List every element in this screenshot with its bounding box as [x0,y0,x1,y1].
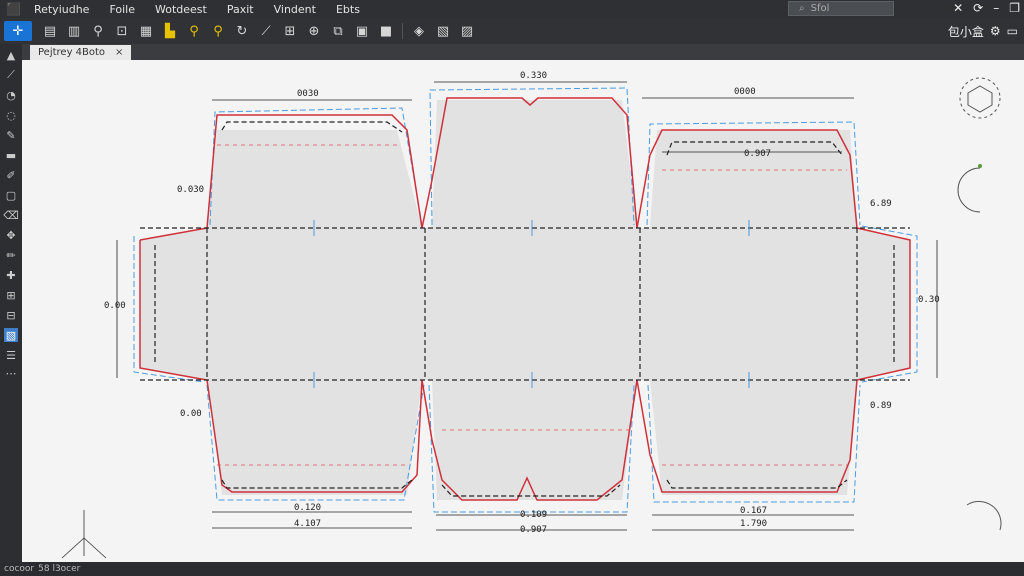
open-file-icon[interactable]: ▥ [65,22,83,40]
zoom-icon[interactable]: ⚲ [89,22,107,40]
zoom-in-icon[interactable]: ⚲ [185,22,203,40]
knife-icon[interactable]: ⟋ [4,68,18,82]
tab-close-icon[interactable]: × [115,47,123,58]
dieline-drawing: 0030 0.330 0000 0.907 0.030 0.00 0.00 6.… [61,71,1002,559]
toolbar-divider [402,23,403,39]
tab-label: Pejtrey 4Boto [38,47,106,58]
dim-left-mid: 0.00 [104,301,126,311]
app-name[interactable]: Retyiudhe [34,3,90,16]
ucs-axis-icon [61,510,107,559]
dimension-icon[interactable]: ⊟ [4,308,18,322]
align-icon[interactable]: ▣ [353,22,371,40]
select-tool-button[interactable]: ✛ [4,21,32,41]
drawing-canvas[interactable]: 0030 0.330 0000 0.907 0.030 0.00 0.00 6.… [22,60,1024,562]
dim-right-inner: 0.907 [744,149,771,159]
window-controls: ✕ ⟳ – ❐ [953,1,1020,15]
dim-bottom-left-2: 4.107 [294,519,321,529]
node-edit-icon[interactable]: ◔ [4,88,18,102]
zoom-out-icon[interactable]: ⚲ [209,22,227,40]
tab-document[interactable]: Pejtrey 4Boto × [30,45,132,60]
view-3d-icon[interactable]: ◈ [410,22,428,40]
frame-icon[interactable]: ▢ [4,188,18,202]
new-file-icon[interactable]: ▤ [41,22,59,40]
node-icon[interactable]: ⊕ [305,22,323,40]
dim-top-center: 0.330 [520,71,547,81]
more-tools-icon[interactable]: ⋯ [4,366,18,380]
dim-top-right: 0000 [734,87,756,97]
dim-bottom-right-2: 1.790 [740,519,767,529]
menu-view[interactable]: Paxit [227,3,254,16]
status-bar: cocoor 58 l3ocer [0,562,1024,576]
brand-label: 包小盒 [947,24,984,39]
pointer-icon[interactable]: ▲ [4,48,18,62]
view-cube-icon[interactable] [959,77,1001,119]
panel-fills [140,100,910,500]
orbit-icon[interactable] [957,164,982,213]
search-icon: ⌕ [799,3,805,14]
grid-icon[interactable]: ⊞ [281,22,299,40]
dim-right-upper: 6.89 [870,199,892,209]
measure-icon[interactable]: ⟋ [257,22,275,40]
side-flap-right [857,228,910,380]
brush-icon[interactable]: ✐ [4,168,18,182]
panel-icon[interactable]: ▭ [1007,24,1018,38]
dim-left-lower: 0.00 [180,409,202,419]
status-layer[interactable]: 58 l3ocer [38,564,80,574]
dim-top-left: 0030 [297,89,319,99]
fill-icon[interactable]: ■ [377,22,395,40]
rotate-icon[interactable]: ↻ [233,22,251,40]
bottom-flap-center [432,380,637,500]
move-icon[interactable]: ✥ [4,228,18,242]
menu-help[interactable]: Ebts [336,3,360,16]
crosshair-icon[interactable]: ✚ [4,268,18,282]
close-x-icon[interactable]: ✕ [953,1,963,15]
dim-bottom-right-1: 0.167 [740,506,767,516]
bottom-flap-right [650,380,857,495]
hand-icon[interactable]: ☰ [4,348,18,362]
menu-edit[interactable]: Wotdeest [155,3,207,16]
eraser-icon[interactable]: ⌫ [3,208,19,222]
highlight-icon[interactable]: ▙ [161,22,179,40]
bottom-flap-left [207,380,422,495]
menu-tools[interactable]: Vindent [274,3,316,16]
zoom-wheel-icon[interactable] [966,500,1002,531]
dim-right-lower: 0.89 [870,401,892,411]
document-tabbar: Pejtrey 4Boto × [22,44,1024,60]
color-swatch-icon[interactable]: ▧ [4,328,18,342]
dim-right-mid: 0.30 [918,295,940,305]
restore-icon[interactable]: ❐ [1009,1,1020,15]
status-coordinates: cocoor [4,564,35,574]
menu-file[interactable]: Foile [109,3,135,16]
lasso-icon[interactable]: ◌ [4,108,18,122]
main-toolbar: ✛ ▤ ▥ ⚲ ⊡ ▦ ▙ ⚲ ⚲ ↻ ⟋ ⊞ ⊕ ⧉ ▣ ■ ◈ ▧ ▨ 包小… [0,18,1024,44]
side-flap-left [140,228,207,380]
ruler-icon[interactable]: ▬ [4,148,18,162]
dim-bottom-center-1: 0.109 [520,510,547,520]
toolbar-right: 包小盒 ⚙ ▭ [948,18,1018,44]
dim-bottom-center-2: 0.907 [520,525,547,535]
pan-icon[interactable]: ⊡ [113,22,131,40]
dim-bottom-left-1: 0.120 [294,503,321,513]
layer-icon[interactable]: ▦ [137,22,155,40]
sync-icon[interactable]: ⟳ [973,1,983,15]
pen-icon[interactable]: ✎ [4,128,18,142]
main-body-panel [207,228,857,380]
top-flap-right [650,130,857,228]
export-icon[interactable]: ▧ [434,22,452,40]
dim-left-upper: 0.030 [177,185,204,195]
print-icon[interactable]: ▨ [458,22,476,40]
search-input[interactable]: ⌕ Sfol [788,1,894,16]
left-toolstrip: ▲ ⟋ ◔ ◌ ✎ ▬ ✐ ▢ ⌫ ✥ ✏ ✚ ⊞ ⊟ ▧ ☰ ⋯ [0,44,22,562]
app-logo-icon: ⬛ [6,2,21,16]
grid-tool-icon[interactable]: ⊞ [4,288,18,302]
top-flap-center [432,100,637,228]
search-placeholder: Sfol [810,3,830,14]
settings-icon[interactable]: ⚙ [990,24,1001,38]
transform-icon[interactable]: ⧉ [329,22,347,40]
marker-icon[interactable]: ✏ [4,248,18,262]
minimize-icon[interactable]: – [993,1,999,15]
